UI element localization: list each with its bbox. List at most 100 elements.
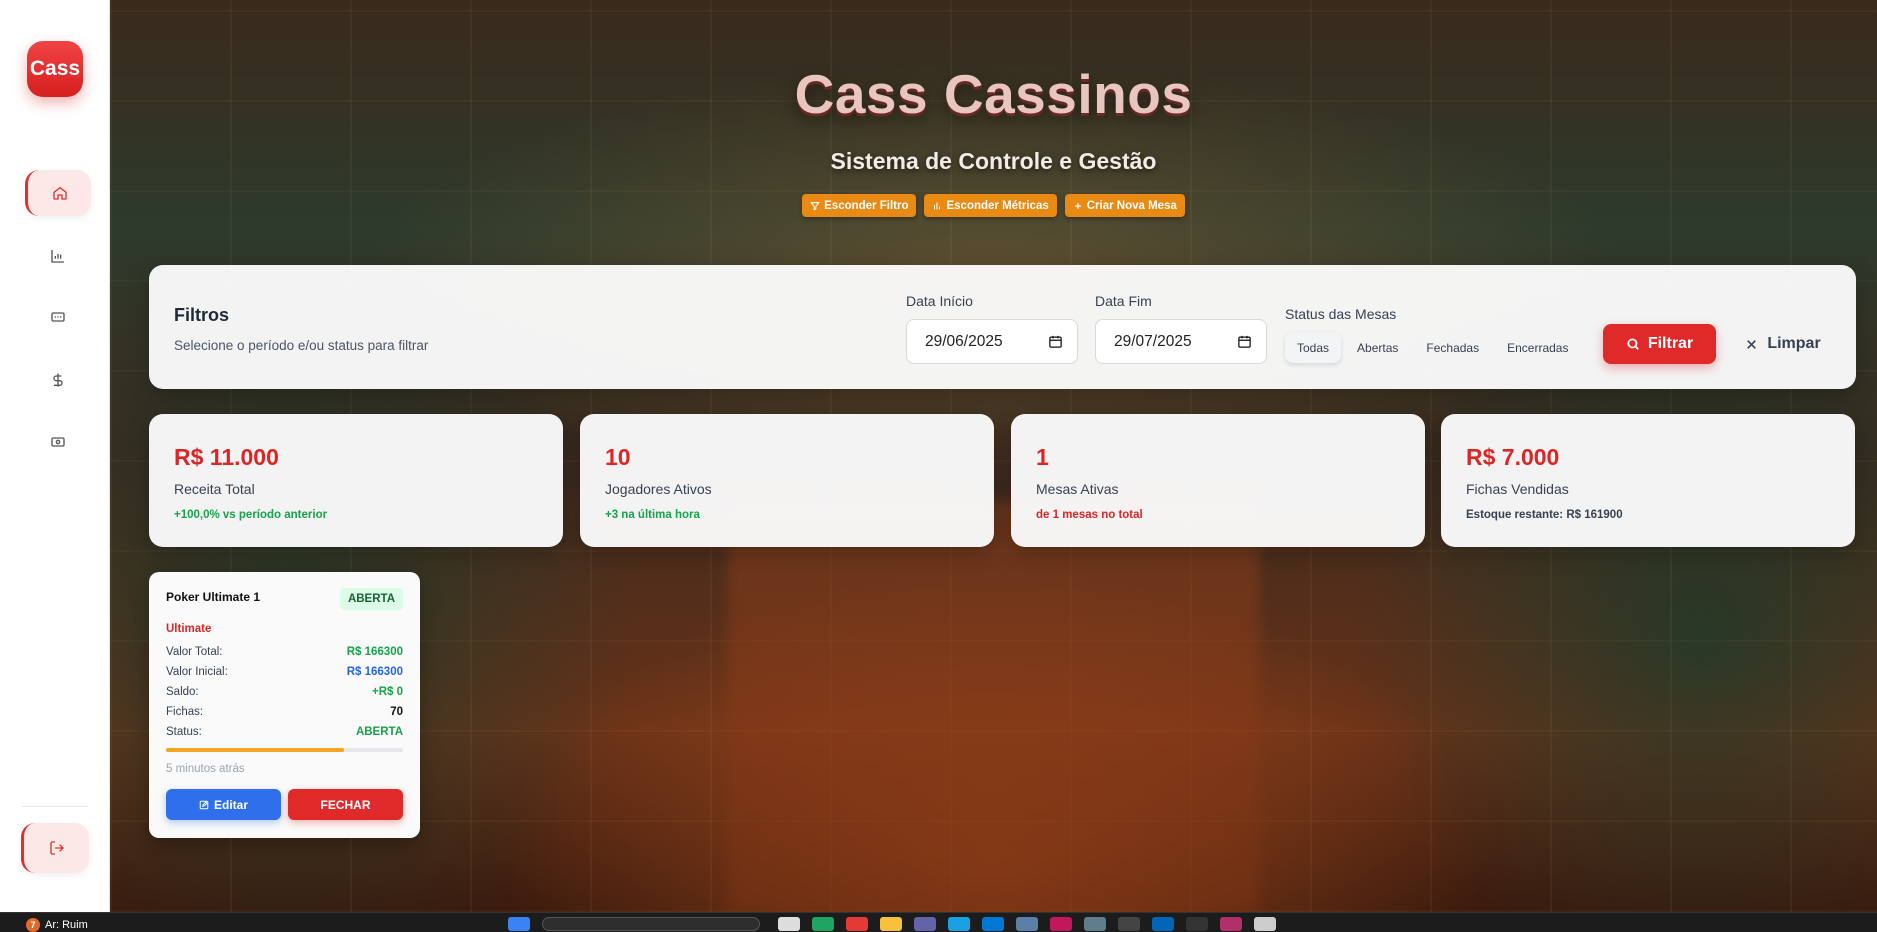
sidebar-item-cash[interactable] xyxy=(25,419,91,465)
sidebar-divider xyxy=(22,806,88,807)
browser-icon[interactable] xyxy=(846,917,868,931)
filter-button[interactable]: Filtrar xyxy=(1603,324,1716,364)
status-option-encerradas[interactable]: Encerradas xyxy=(1495,332,1580,363)
metric-note: +100,0% vs período anterior xyxy=(174,509,328,521)
sidebar-item-tables[interactable] xyxy=(25,294,91,340)
metric-value: 1 xyxy=(1036,444,1049,470)
row-label: Status: xyxy=(166,726,202,738)
filters-subtitle: Selecione o período e/ou status para fil… xyxy=(174,338,429,353)
filter-icon xyxy=(810,201,820,211)
close-icon xyxy=(1747,339,1757,349)
sidebar: Cass xyxy=(0,0,110,912)
logout-icon xyxy=(49,841,64,855)
weather-widget[interactable]: 7 Ar: Ruim xyxy=(26,918,88,932)
row-label: Valor Inicial: xyxy=(166,666,228,678)
table-card: Poker Ultimate 1 ABERTA Ultimate Valor T… xyxy=(149,572,420,838)
taskbar-apps xyxy=(508,917,1276,931)
row-value: 70 xyxy=(390,706,403,718)
dollar-icon xyxy=(53,373,63,387)
clear-button[interactable]: Limpar xyxy=(1728,324,1838,364)
close-table-button[interactable]: FECHAR xyxy=(288,789,403,820)
card-icon xyxy=(51,312,65,322)
row-label: Fichas: xyxy=(166,706,204,718)
hide-filter-label: Esconder Filtro xyxy=(824,199,909,212)
metric-label: Receita Total xyxy=(174,481,255,497)
plus-icon xyxy=(1074,202,1081,209)
metric-note: +3 na última hora xyxy=(605,509,700,521)
progress-bar xyxy=(166,748,403,752)
terminal-icon[interactable] xyxy=(1118,917,1140,931)
create-table-button[interactable]: Criar Nova Mesa xyxy=(1064,194,1185,217)
metric-card-revenue: R$ 11.000 Receita Total +100,0% vs perío… xyxy=(149,414,563,547)
app-icon[interactable] xyxy=(1220,917,1242,931)
metric-label: Mesas Ativas xyxy=(1036,481,1119,497)
folder-icon[interactable] xyxy=(880,917,902,931)
start-date-value: 29/06/2025 xyxy=(925,332,1003,350)
filter-button-label: Filtrar xyxy=(1647,335,1694,352)
status-option-abertas[interactable]: Abertas xyxy=(1345,332,1410,363)
row-label: Saldo: xyxy=(166,686,199,698)
table-name: Poker Ultimate 1 xyxy=(166,590,261,604)
edit-button-label: Editar xyxy=(213,797,248,812)
weather-text: Ar: Ruim xyxy=(45,919,88,931)
progress-fill xyxy=(166,748,344,752)
end-date-value: 29/07/2025 xyxy=(1114,332,1192,350)
metric-label: Jogadores Ativos xyxy=(605,481,712,497)
status-option-todas[interactable]: Todas xyxy=(1285,332,1342,363)
hide-metrics-label: Esconder Métricas xyxy=(946,199,1049,212)
table-row-status: Status: ABERTA xyxy=(166,726,403,738)
filters-title: Filtros xyxy=(174,305,230,325)
metric-card-chips: R$ 7.000 Fichas Vendidas Estoque restant… xyxy=(1441,414,1855,547)
table-row-initial: Valor Inicial: R$ 166300 xyxy=(166,666,403,678)
page-title: Cass Cassinos xyxy=(794,63,1193,125)
header-actions: Esconder Filtro Esconder Métricas Criar … xyxy=(110,194,1877,217)
start-date-input[interactable]: 29/06/2025 xyxy=(906,319,1078,364)
metric-value: R$ 11.000 xyxy=(174,444,279,470)
metric-card-players: 10 Jogadores Ativos +3 na última hora xyxy=(580,414,994,547)
start-icon[interactable] xyxy=(508,917,530,931)
end-date-input[interactable]: 29/07/2025 xyxy=(1095,319,1267,364)
hide-filter-button[interactable]: Esconder Filtro xyxy=(802,194,917,217)
sidebar-item-home[interactable] xyxy=(25,170,91,216)
calendar-icon[interactable] xyxy=(1048,334,1063,349)
status-option-fechadas[interactable]: Fechadas xyxy=(1414,332,1491,363)
task-view-icon[interactable] xyxy=(778,917,800,931)
row-value: R$ 166300 xyxy=(346,646,403,658)
edit-button[interactable]: Editar xyxy=(166,789,281,820)
metric-card-tables: 1 Mesas Ativas de 1 mesas no total xyxy=(1011,414,1425,547)
metric-label: Fichas Vendidas xyxy=(1466,481,1569,497)
app-icon[interactable] xyxy=(1254,917,1276,931)
teams-icon[interactable] xyxy=(914,917,936,931)
page-subtitle: Sistema de Controle e Gestão xyxy=(830,148,1157,174)
row-value: ABERTA xyxy=(355,726,403,738)
app-icon[interactable] xyxy=(1084,917,1106,931)
metric-note: Estoque restante: R$ 161900 xyxy=(1466,509,1623,521)
home-icon xyxy=(52,186,67,200)
app-logo[interactable]: Cass xyxy=(27,41,83,97)
end-date-label: Data Fim xyxy=(1095,293,1152,309)
table-row-total: Valor Total: R$ 166300 xyxy=(166,646,403,658)
sidebar-item-finance[interactable] xyxy=(25,357,91,403)
taskbar-search[interactable] xyxy=(542,917,760,931)
app-icon[interactable] xyxy=(1016,917,1038,931)
logout-button[interactable] xyxy=(21,823,89,873)
table-row-balance: Saldo: +R$ 0 xyxy=(166,686,403,698)
app-icon[interactable] xyxy=(1186,917,1208,931)
outlook-icon[interactable] xyxy=(982,917,1004,931)
metric-value: 10 xyxy=(605,444,631,470)
last-updated: 5 minutos atrás xyxy=(166,763,245,775)
vscode-icon[interactable] xyxy=(1152,917,1174,931)
calendar-icon[interactable] xyxy=(1237,334,1252,349)
sidebar-item-reports[interactable] xyxy=(25,233,91,279)
cash-icon xyxy=(51,437,65,447)
clear-button-label: Limpar xyxy=(1767,335,1821,352)
filters-panel: Filtros Selecione o período e/ou status … xyxy=(149,265,1856,389)
hide-metrics-button[interactable]: Esconder Métricas xyxy=(924,194,1057,217)
search-icon xyxy=(1627,338,1639,350)
app-icon[interactable] xyxy=(1050,917,1072,931)
edit-icon xyxy=(199,800,209,809)
app-icon[interactable] xyxy=(948,917,970,931)
metric-note: de 1 mesas no total xyxy=(1036,509,1143,521)
app-icon[interactable] xyxy=(812,917,834,931)
bar-chart-icon xyxy=(934,202,941,209)
